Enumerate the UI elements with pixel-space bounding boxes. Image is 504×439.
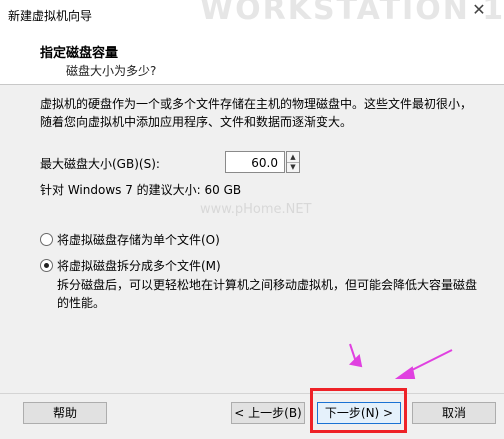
annotation-arrows [348, 343, 453, 379]
arrow-right-head-icon [394, 366, 416, 379]
arrow-right-shaft [407, 349, 453, 373]
arrow-left-head-icon [348, 353, 363, 368]
